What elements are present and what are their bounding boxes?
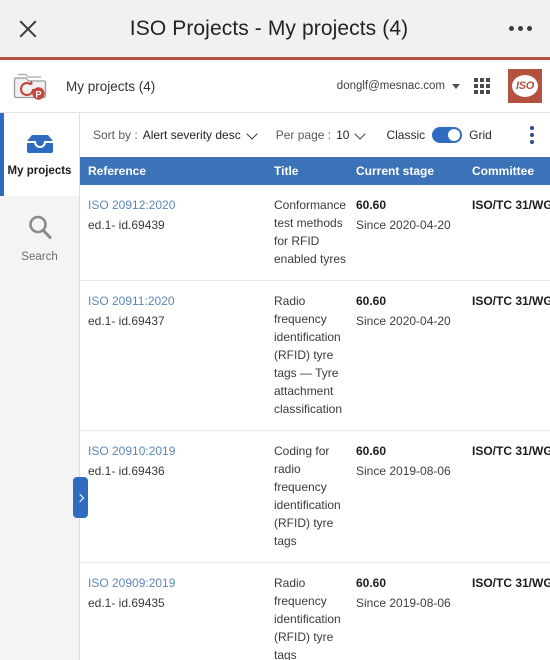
projects-panel: Sort by : Alert severity desc Per page :… bbox=[80, 113, 550, 660]
table-row[interactable]: ISO 20909:2019 ed.1- id.69435 Radio freq… bbox=[80, 563, 550, 660]
projects-table: Reference Title Current stage Committee … bbox=[80, 157, 550, 660]
chevron-right-icon bbox=[76, 493, 84, 501]
column-header-title[interactable]: Title bbox=[266, 164, 348, 178]
per-page-value: 10 bbox=[336, 128, 349, 142]
cell-committee: ISO/TC 31/WG bbox=[464, 292, 550, 418]
app-bar-actions: donglf@mesnac.com ISO bbox=[337, 60, 550, 112]
cell-title: Coding for radio frequency identificatio… bbox=[266, 442, 348, 550]
stage-since: Since 2020-04-20 bbox=[356, 312, 464, 330]
table-header-row: Reference Title Current stage Committee bbox=[80, 157, 550, 185]
app-bar-title: My projects (4) bbox=[66, 79, 155, 94]
sidebar-item-my-projects[interactable]: My projects bbox=[0, 113, 79, 196]
cell-current-stage: 60.60 Since 2019-08-06 bbox=[348, 574, 464, 660]
sort-by-label: Sort by : bbox=[93, 128, 138, 142]
stage-since: Since 2019-08-06 bbox=[356, 462, 464, 480]
iso-logo-text: ISO bbox=[512, 75, 538, 97]
cell-committee: ISO/TC 31/WG bbox=[464, 196, 550, 268]
kebab-menu-icon[interactable] bbox=[530, 126, 534, 144]
cell-committee: ISO/TC 31/WG bbox=[464, 574, 550, 660]
user-account-label[interactable]: donglf@mesnac.com bbox=[337, 80, 445, 92]
app-bar: P My projects (4) donglf@mesnac.com ISO bbox=[0, 60, 550, 113]
stage-code: 60.60 bbox=[356, 292, 464, 310]
list-toolbar: Sort by : Alert severity desc Per page :… bbox=[80, 113, 550, 157]
view-mode-classic-label: Classic bbox=[386, 128, 425, 142]
column-header-reference[interactable]: Reference bbox=[80, 164, 266, 178]
window-title-bar: ISO Projects - My projects (4) bbox=[0, 0, 550, 57]
cell-committee: ISO/TC 31/WG bbox=[464, 442, 550, 550]
reference-edition: ed.1- id.69436 bbox=[88, 462, 266, 480]
drawer-toggle-handle[interactable] bbox=[73, 477, 88, 518]
reference-link[interactable]: ISO 20909:2019 bbox=[88, 574, 266, 592]
cell-current-stage: 60.60 Since 2019-08-06 bbox=[348, 442, 464, 550]
sidebar-item-search[interactable]: Search bbox=[0, 196, 79, 279]
close-button[interactable] bbox=[0, 18, 56, 40]
sidebar-item-label: My projects bbox=[8, 165, 72, 177]
chevron-down-icon bbox=[246, 128, 257, 139]
cell-current-stage: 60.60 Since 2020-04-20 bbox=[348, 196, 464, 268]
table-row[interactable]: ISO 20911:2020 ed.1- id.69437 Radio freq… bbox=[80, 281, 550, 431]
stage-code: 60.60 bbox=[356, 574, 464, 592]
app-grid-icon[interactable] bbox=[474, 78, 490, 94]
svg-text:P: P bbox=[35, 89, 41, 99]
reference-link[interactable]: ISO 20910:2019 bbox=[88, 442, 266, 460]
cell-title: Radio frequency identification (RFID) ty… bbox=[266, 574, 348, 660]
sidebar: My projects Search bbox=[0, 113, 80, 660]
view-mode-toggle[interactable]: Classic Grid bbox=[386, 127, 491, 143]
reference-link[interactable]: ISO 20912:2020 bbox=[88, 196, 266, 214]
reference-edition: ed.1- id.69439 bbox=[88, 216, 266, 234]
projects-folder-icon: P bbox=[13, 71, 47, 101]
stage-code: 60.60 bbox=[356, 442, 464, 460]
stage-since: Since 2020-04-20 bbox=[356, 216, 464, 234]
sidebar-item-label: Search bbox=[21, 251, 57, 263]
per-page-control[interactable]: Per page : 10 bbox=[276, 128, 365, 142]
reference-edition: ed.1- id.69437 bbox=[88, 312, 266, 330]
chevron-down-icon[interactable] bbox=[452, 84, 460, 89]
table-row[interactable]: ISO 20910:2019 ed.1- id.69436 Coding for… bbox=[80, 431, 550, 563]
search-icon bbox=[26, 213, 54, 244]
cell-reference: ISO 20911:2020 ed.1- id.69437 bbox=[80, 292, 266, 418]
view-mode-switch[interactable] bbox=[432, 127, 462, 143]
view-mode-grid-label: Grid bbox=[469, 128, 492, 142]
stage-since: Since 2019-08-06 bbox=[356, 594, 464, 612]
iso-logo[interactable]: ISO bbox=[508, 69, 542, 103]
content-area: My projects Search Sort by : Alert sever… bbox=[0, 113, 550, 660]
column-header-committee[interactable]: Committee bbox=[464, 164, 550, 178]
per-page-label: Per page : bbox=[276, 128, 331, 142]
sort-by-value: Alert severity desc bbox=[143, 128, 241, 142]
column-header-current-stage[interactable]: Current stage bbox=[348, 164, 464, 178]
cell-title: Conformance test methods for RFID enable… bbox=[266, 196, 348, 268]
close-icon bbox=[17, 18, 39, 40]
cell-reference: ISO 20909:2019 ed.1- id.69435 bbox=[80, 574, 266, 660]
table-row[interactable]: ISO 20912:2020 ed.1- id.69439 Conformanc… bbox=[80, 185, 550, 281]
overflow-menu-button[interactable] bbox=[490, 26, 550, 31]
projects-app-icon-wrap[interactable]: P bbox=[0, 71, 60, 101]
cell-title: Radio frequency identification (RFID) ty… bbox=[266, 292, 348, 418]
stage-code: 60.60 bbox=[356, 196, 464, 214]
sort-by-control[interactable]: Sort by : Alert severity desc bbox=[93, 128, 256, 142]
cell-current-stage: 60.60 Since 2020-04-20 bbox=[348, 292, 464, 418]
reference-link[interactable]: ISO 20911:2020 bbox=[88, 292, 266, 310]
cell-reference: ISO 20910:2019 ed.1- id.69436 bbox=[80, 442, 266, 550]
inbox-icon bbox=[25, 133, 55, 158]
chevron-down-icon bbox=[355, 128, 366, 139]
cell-reference: ISO 20912:2020 ed.1- id.69439 bbox=[80, 196, 266, 268]
more-horizontal-icon bbox=[509, 26, 532, 31]
page-title: ISO Projects - My projects (4) bbox=[56, 17, 490, 41]
reference-edition: ed.1- id.69435 bbox=[88, 594, 266, 612]
